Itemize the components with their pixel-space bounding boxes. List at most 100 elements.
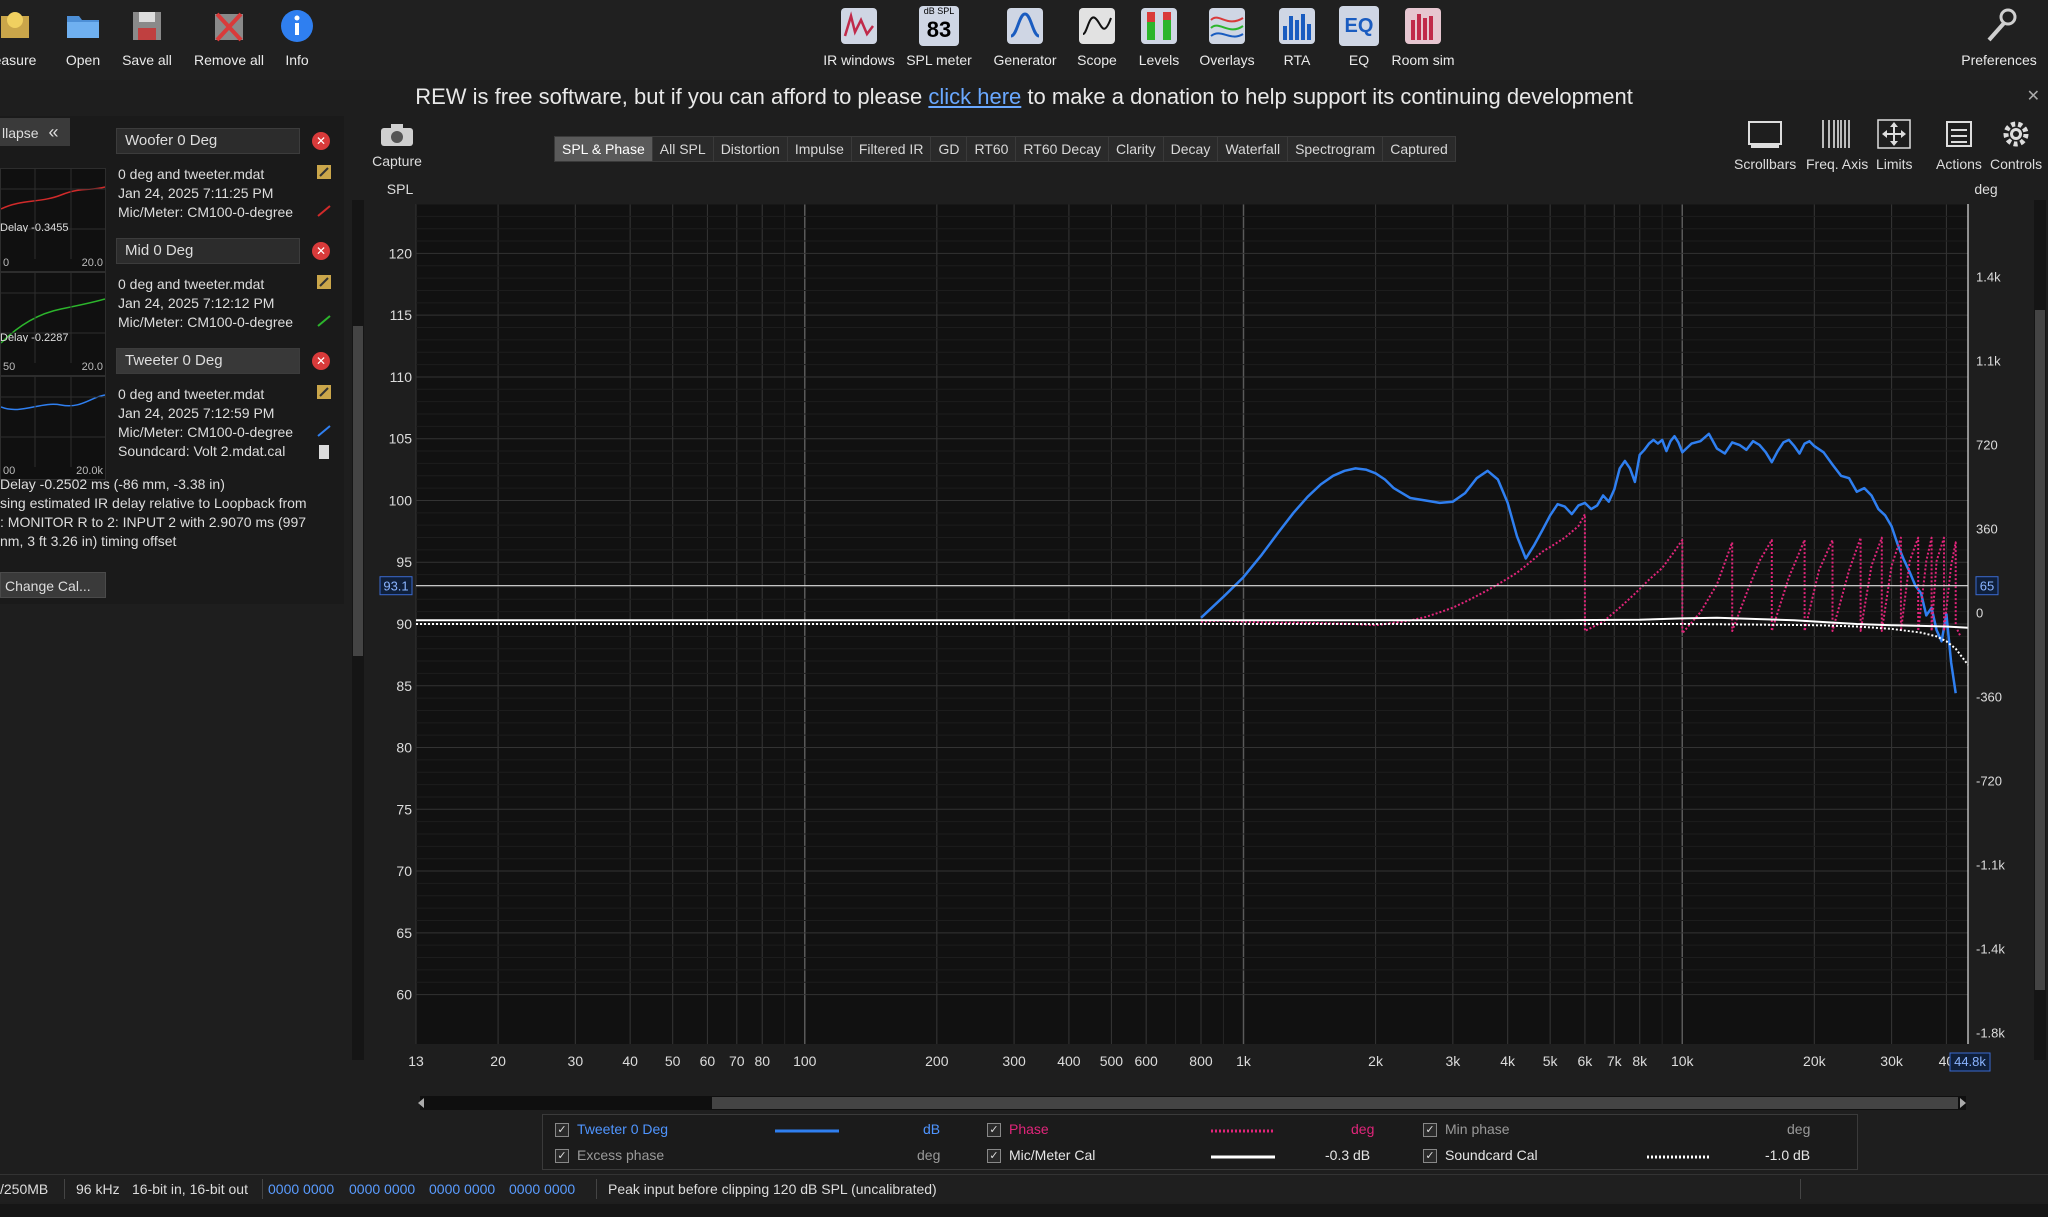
x-tick-label: 500	[1100, 1053, 1124, 1069]
tab-spectrogram[interactable]: Spectrogram	[1288, 137, 1384, 161]
y-tick-label: 80	[396, 740, 412, 756]
limits-label: Limits	[1876, 156, 1913, 172]
scrollbars-icon	[1748, 121, 1783, 148]
tab-all-spl[interactable]: All SPL	[653, 137, 714, 161]
info-button[interactable]: Info	[254, 0, 340, 80]
room-sim-button[interactable]: Room sim	[1380, 0, 1466, 80]
tab-decay[interactable]: Decay	[1164, 137, 1219, 161]
tab-impulse[interactable]: Impulse	[788, 137, 852, 161]
folder-icon	[67, 16, 99, 38]
legend-unit-excess-phase: deg	[917, 1147, 941, 1163]
scroll-left-arrow-icon[interactable]	[416, 1097, 426, 1109]
collapse-button[interactable]: llapse «	[0, 118, 70, 146]
legend-unit-tweeter: dB	[923, 1121, 941, 1137]
camera-icon	[381, 124, 413, 146]
right-vertical-scrollbar[interactable]	[2034, 200, 2046, 1060]
scrollbars-button[interactable]: Scrollbars	[1734, 118, 1796, 172]
donation-banner: REW is free software, but if you can aff…	[0, 84, 2048, 112]
status-divider	[64, 1179, 65, 1199]
tab-captured[interactable]: Captured	[1383, 137, 1455, 161]
overlays-icon	[1209, 8, 1245, 44]
x-tick-label: 400	[1057, 1053, 1081, 1069]
y2-tick-label: -1.4k	[1976, 941, 2005, 956]
x-tick-label: 20k	[1803, 1053, 1827, 1069]
legend-swatch-mic-cal	[1211, 1155, 1275, 1159]
preferences-button[interactable]: Preferences	[1954, 0, 2044, 80]
y2-axis-label: deg	[1974, 181, 1997, 197]
tab-distortion[interactable]: Distortion	[714, 137, 788, 161]
x-tick-label: 20	[490, 1053, 506, 1069]
y2-tick-label: 720	[1976, 437, 1998, 452]
generator-icon	[1007, 8, 1043, 44]
right-scroll-thumb[interactable]	[2035, 310, 2045, 990]
x-tick-label: 3k	[1445, 1053, 1461, 1069]
legend-checkbox-tweeter[interactable]: ✓	[555, 1123, 569, 1137]
controls-button[interactable]: Controls	[1990, 118, 2042, 172]
status-divider	[262, 1179, 263, 1199]
x-tick-label: 13	[408, 1053, 424, 1069]
horizontal-scroll-thumb[interactable]	[712, 1097, 1958, 1109]
y2-axis-ticks: 1.4k 1.1k 720 360 0 -360 -720 -1.1k -1.4k -1.8k	[1976, 269, 2005, 1040]
actions-button[interactable]: Actions	[1936, 118, 1982, 172]
status-bar: /250MB 96 kHz 16-bit in, 16-bit out 0000…	[0, 1174, 2048, 1202]
tab-rt60-decay[interactable]: RT60 Decay	[1016, 137, 1109, 161]
status-level-4: 0000 0000	[509, 1181, 576, 1197]
banner-text-after: to make a donation to help support its c…	[1021, 84, 1633, 109]
spl-phase-chart[interactable]: 60 65 70 75 80 85 90 95 100 105 110 115 120 1.4k 1.1k…	[0, 180, 2048, 1120]
measurement-name-woofer[interactable]: Woofer 0 Deg	[116, 128, 300, 154]
edit-notes-icon[interactable]	[316, 164, 332, 180]
capture-label: Capture	[372, 153, 422, 169]
save-all-button[interactable]: Save all	[104, 0, 190, 80]
horizontal-scrollbar[interactable]	[420, 1096, 1966, 1110]
tab-filtered-ir[interactable]: Filtered IR	[852, 137, 932, 161]
x-axis-ticks: 13 20 30 40 50 60 70 80 100 200 300 400 500 600 800 1k 2…	[408, 1053, 1990, 1069]
status-level-2: 0000 0000	[349, 1181, 416, 1197]
ir-windows-button[interactable]: IR windows	[816, 0, 902, 80]
x-tick-label: 5k	[1543, 1053, 1559, 1069]
tab-gd[interactable]: GD	[931, 137, 968, 161]
limits-icon	[1877, 119, 1912, 149]
levels-icon	[1141, 8, 1177, 44]
scope-icon	[1079, 8, 1115, 44]
legend-checkbox-mic-cal[interactable]: ✓	[987, 1149, 1001, 1163]
legend-swatch-soundcard-cal	[1647, 1155, 1711, 1159]
legend-checkbox-phase[interactable]: ✓	[987, 1123, 1001, 1137]
spl-meter-button[interactable]: dB SPL 83 SPL meter	[896, 0, 982, 80]
limits-button[interactable]: Limits	[1876, 118, 1913, 172]
tab-waterfall[interactable]: Waterfall	[1218, 137, 1289, 161]
freq-axis-button[interactable]: Freq. Axis	[1806, 118, 1868, 172]
spl-meter-label: SPL meter	[906, 52, 972, 68]
status-peak-input: Peak input before clipping 120 dB SPL (u…	[608, 1181, 937, 1197]
rta-icon	[1279, 8, 1315, 44]
legend-label-excess-phase: Excess phase	[577, 1147, 665, 1163]
actions-icon	[1945, 121, 1972, 147]
y-tick-label: 100	[389, 492, 413, 508]
legend-checkbox-soundcard-cal[interactable]: ✓	[1423, 1149, 1437, 1163]
legend-checkbox-min-phase[interactable]: ✓	[1423, 1123, 1437, 1137]
y2-tick-label: 1.4k	[1976, 269, 2001, 284]
tab-spl-phase[interactable]: SPL & Phase	[555, 137, 653, 161]
legend-label-mic-cal: Mic/Meter Cal	[1009, 1147, 1096, 1163]
info-label: Info	[285, 52, 309, 68]
spl-meter-badge-unit: dB SPL	[923, 6, 955, 16]
tab-rt60[interactable]: RT60	[967, 137, 1017, 161]
donation-link[interactable]: click here	[928, 84, 1021, 109]
y-tick-label: 115	[390, 307, 413, 323]
capture-button[interactable]: Capture	[372, 122, 422, 169]
legend-checkbox-excess-phase[interactable]: ✓	[555, 1149, 569, 1163]
legend-label-tweeter: Tweeter 0 Deg	[577, 1121, 669, 1137]
banner-close-button[interactable]: ✕	[2027, 86, 2040, 106]
x-tick-label: 60	[700, 1053, 716, 1069]
y2-tick-label: -360	[1976, 689, 2002, 704]
collapse-label: llapse	[2, 125, 39, 141]
freq-axis-label: Freq. Axis	[1806, 156, 1869, 172]
tab-clarity[interactable]: Clarity	[1109, 137, 1164, 161]
remove-measurement-woofer-button[interactable]: ✕	[312, 132, 330, 150]
y-tick-label: 95	[396, 554, 412, 570]
legend-label-min-phase: Min phase	[1445, 1121, 1510, 1137]
wrench-icon	[1987, 8, 2017, 42]
cursor-x-readout: 44.8k	[1954, 1054, 1986, 1069]
scroll-right-arrow-icon[interactable]	[1958, 1097, 1968, 1109]
preferences-label: Preferences	[1961, 52, 2037, 68]
legend-label-phase: Phase	[1009, 1121, 1049, 1137]
